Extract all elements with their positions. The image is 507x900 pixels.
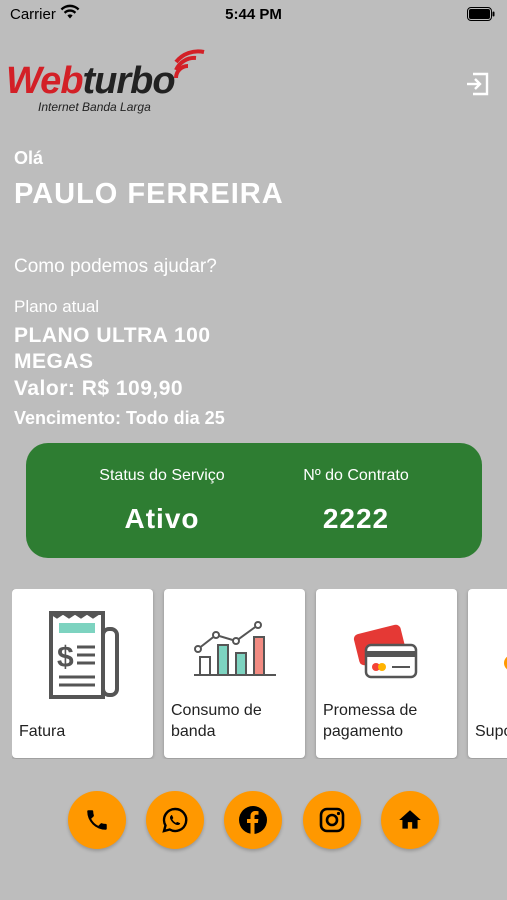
user-name: PAULO FERREIRA [14,178,284,210]
battery-icon [467,7,495,25]
invoice-icon: $ [48,611,119,699]
plan-label: Plano atual [14,297,100,316]
instagram-button[interactable] [303,791,361,849]
social-bar [0,791,507,851]
support-icon [504,656,507,670]
service-status-value: Ativo [124,503,200,534]
contract-number-label: Nº do Contrato [303,467,409,484]
service-status-card: Status do Serviço Ativo Nº do Contrato 2… [26,443,482,558]
menu-card-consumo-banda[interactable]: Consumo de banda [164,589,305,758]
credit-card-icon [353,624,417,679]
brand-wordmark: Webturbo [6,60,176,102]
phone-button[interactable] [68,791,126,849]
logout-icon [467,72,489,96]
status-bar: Carrier 5:44 PM [0,0,507,28]
brand-logo: Webturbo Internet Banda Larga [6,48,216,118]
bandwidth-chart-icon [193,621,276,676]
menu-card-label: Fatura [19,723,66,740]
contract-number: Nº do Contrato 2222 [256,467,456,535]
whatsapp-icon [162,807,188,833]
home-button[interactable] [381,791,439,849]
logout-button[interactable] [464,70,492,98]
menu-card-label: Consumo de banda [171,702,262,740]
plan-name: PLANO ULTRA 100 MEGAS [14,324,211,373]
help-prompt: Como podemos ajudar? [14,256,217,277]
instagram-icon [319,807,345,833]
svg-text:$: $ [57,641,74,674]
greeting-hello: Olá [14,148,44,168]
menu-card-promessa-pagamento[interactable]: Promessa de pagamento [316,589,457,758]
contract-number-value: 2222 [322,503,390,534]
plan-due-date: Vencimento: Todo dia 25 [14,408,225,428]
whatsapp-button[interactable] [146,791,204,849]
home-icon [399,810,421,829]
phone-icon [87,810,107,830]
clock: 5:44 PM [225,6,282,23]
menu-card-fatura[interactable]: $ Fatura [12,589,153,758]
service-status: Status do Serviço Ativo [62,467,262,535]
service-status-label: Status do Serviço [99,467,225,484]
facebook-button[interactable] [224,791,282,849]
menu-card-suporte[interactable]: Suporte [468,589,507,758]
brand-tagline: Internet Banda Larga [38,100,151,114]
facebook-icon [239,806,267,834]
plan-price: Valor: R$ 109,90 [14,377,184,400]
menu-card-label: Suporte [475,723,507,740]
menu-card-label: Promessa de pagamento [323,702,418,740]
menu-carousel[interactable]: $ Fatura Consumo de banda Promessa de pa… [12,589,507,759]
signal-waves-icon [174,49,205,79]
